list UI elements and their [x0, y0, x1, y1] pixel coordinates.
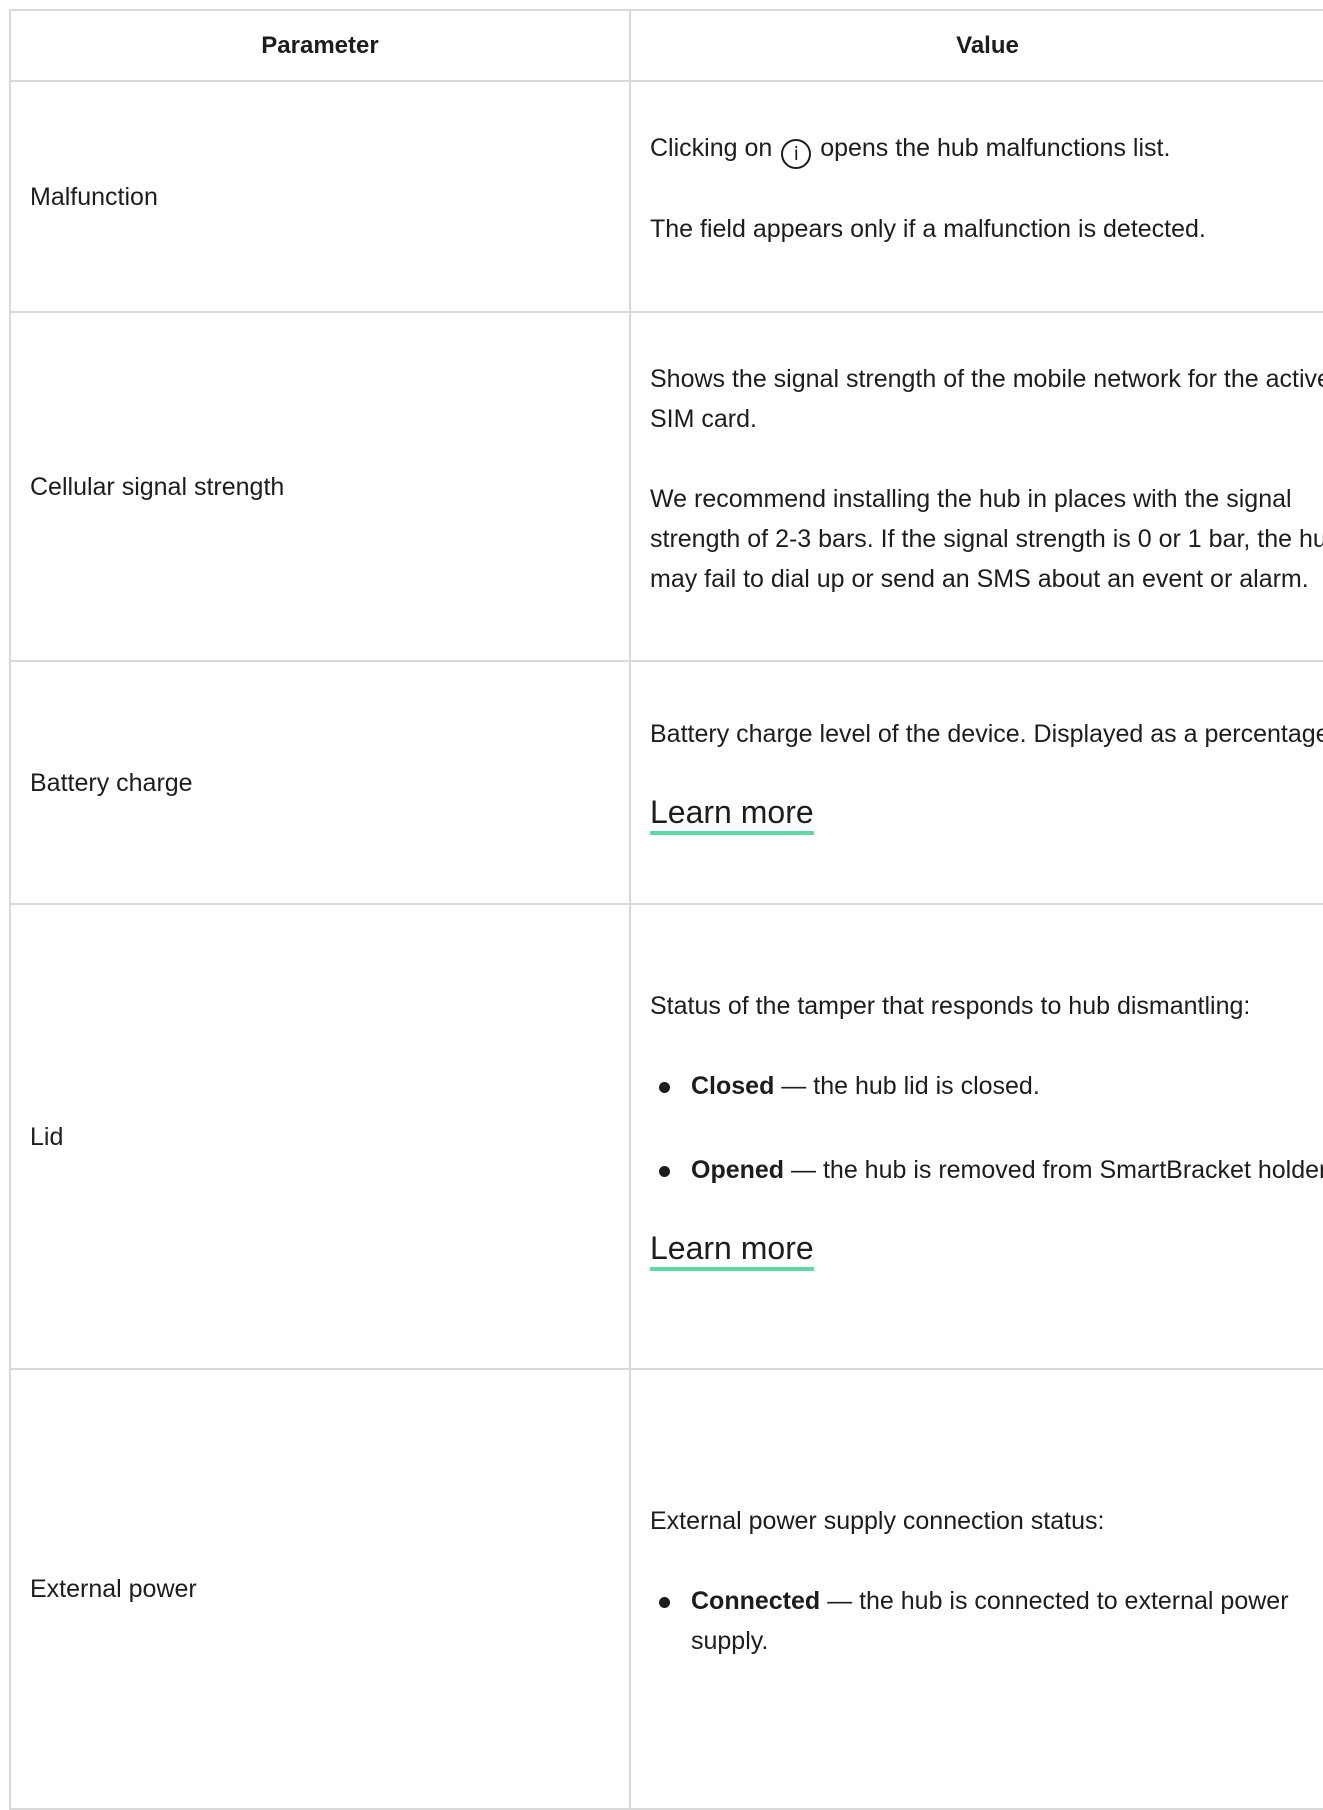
value-cellular-signal: Shows the signal strength of the mobile …	[629, 311, 1323, 662]
parameters-table: Parameter Value Malfunction Clicking on …	[9, 9, 1323, 1810]
table-row: Lid Status of the tamper that responds t…	[9, 903, 1323, 1370]
table-row: Battery charge Battery charge level of t…	[9, 660, 1323, 905]
list-item: Connected — the hub is connected to exte…	[659, 1581, 1323, 1661]
list-item: Opened — the hub is removed from SmartBr…	[659, 1150, 1323, 1190]
battery-description: Battery charge level of the device. Disp…	[650, 720, 1323, 748]
table-row: External power External power supply con…	[9, 1368, 1323, 1810]
param-battery-charge: Battery charge	[9, 660, 631, 905]
malfunction-description: Clicking on i opens the hub malfunctions…	[650, 128, 1323, 169]
cellular-description: Shows the signal strength of the mobile …	[650, 364, 1323, 433]
lid-description: Status of the tamper that responds to hu…	[650, 992, 1251, 1020]
table-header-row: Parameter Value	[9, 9, 1323, 82]
table-row: Malfunction Clicking on i opens the hub …	[9, 80, 1323, 313]
list-item: Closed — the hub lid is closed.	[659, 1066, 1323, 1106]
learn-more-link[interactable]: Learn more	[650, 794, 814, 835]
cellular-recommendation: We recommend installing the hub in place…	[650, 484, 1323, 593]
param-cellular-signal: Cellular signal strength	[9, 311, 631, 662]
table-row: Cellular signal strength Shows the signa…	[9, 311, 1323, 662]
info-icon[interactable]: i	[781, 139, 812, 169]
status-desc: — the hub lid is closed.	[774, 1072, 1040, 1100]
external-power-status-list: Connected — the hub is connected to exte…	[650, 1581, 1323, 1661]
value-battery-charge: Battery charge level of the device. Disp…	[629, 660, 1323, 905]
status-desc: — the hub is removed from SmartBracket h…	[784, 1156, 1323, 1184]
status-term: Connected	[691, 1587, 821, 1615]
value-malfunction: Clicking on i opens the hub malfunctions…	[629, 80, 1323, 313]
param-lid: Lid	[9, 903, 631, 1370]
learn-more-link[interactable]: Learn more	[650, 1230, 814, 1271]
value-lid: Status of the tamper that responds to hu…	[629, 903, 1323, 1370]
column-header-value: Value	[629, 9, 1323, 82]
param-malfunction: Malfunction	[9, 80, 631, 313]
status-term: Closed	[691, 1072, 775, 1100]
malfunction-note: The field appears only if a malfunction …	[650, 215, 1206, 243]
status-term: Opened	[691, 1156, 785, 1184]
value-external-power: External power supply connection status:…	[629, 1368, 1323, 1810]
param-external-power: External power	[9, 1368, 631, 1810]
external-power-description: External power supply connection status:	[650, 1507, 1105, 1535]
column-header-parameter: Parameter	[9, 9, 631, 82]
lid-status-list: Closed — the hub lid is closed. Opened —…	[650, 1066, 1323, 1190]
